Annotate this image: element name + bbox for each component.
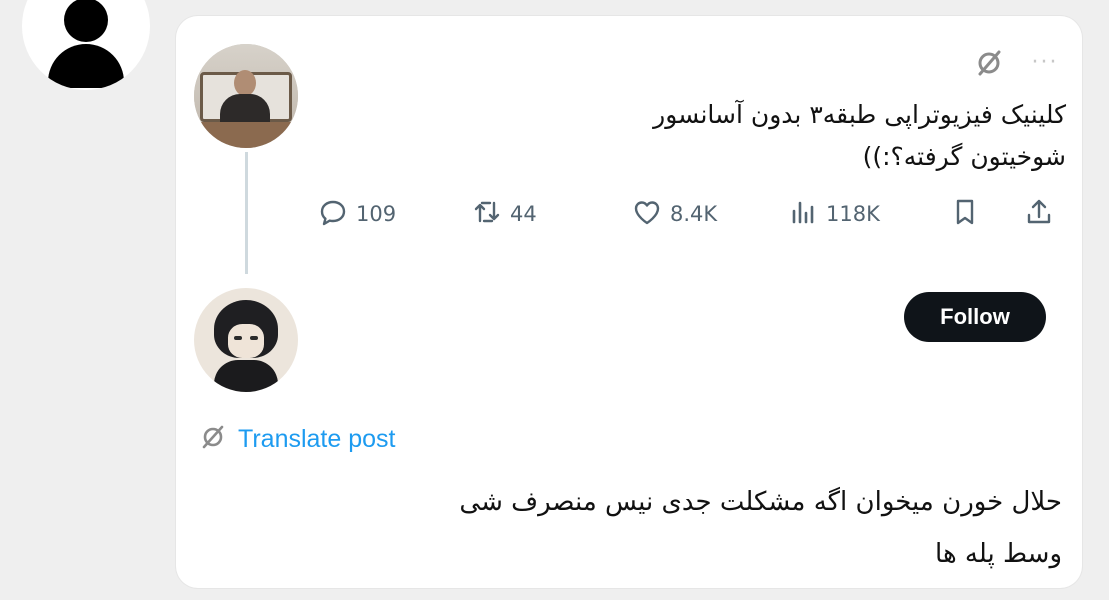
- avatar-eye: [250, 336, 258, 340]
- avatar-person-head: [234, 70, 256, 96]
- translate-post-label: Translate post: [238, 424, 396, 453]
- avatar-head-shape: [64, 0, 108, 42]
- translate-icon: [198, 422, 228, 456]
- tweet-actions-bar: 109 44 8.4K 118K: [314, 194, 1074, 234]
- avatar-shirt: [214, 360, 278, 392]
- avatar-floor: [194, 122, 298, 148]
- reply-text: حلال خورن میخوان اگه مشکلت جدی نیس منصرف…: [202, 476, 1062, 580]
- tweet-text: کلینیک فیزیوتراپی طبقه۳ بدون آسانسور شوخ…: [446, 94, 1066, 178]
- avatar-body-shape: [48, 44, 124, 88]
- share-button[interactable]: [1024, 194, 1054, 234]
- more-icon[interactable]: ···: [1028, 46, 1062, 80]
- reply-button[interactable]: 109: [318, 194, 396, 234]
- views-button[interactable]: 118K: [788, 194, 880, 234]
- tweet-text-line-1: کلینیک فیزیوتراپی طبقه۳ بدون آسانسور: [653, 100, 1066, 129]
- top-user-avatar[interactable]: [22, 0, 150, 90]
- tweet-card: ··· کلینیک فیزیوتراپی طبقه۳ بدون آسانسور…: [176, 16, 1082, 588]
- retweet-button[interactable]: 44: [472, 194, 537, 234]
- avatar-eye: [234, 336, 242, 340]
- translate-post-link[interactable]: Translate post: [198, 422, 395, 456]
- reply-icon: [318, 197, 348, 232]
- heart-icon: [632, 197, 662, 232]
- reply-text-line-2: وسط پله ها: [935, 539, 1062, 569]
- reply-author-avatar[interactable]: [194, 288, 298, 392]
- bookmark-icon: [950, 197, 980, 232]
- retweet-count: 44: [510, 202, 537, 226]
- reply-text-line-1: حلال خورن میخوان اگه مشکلت جدی نیس منصرف…: [459, 487, 1062, 517]
- thread-connector-line: [245, 152, 248, 274]
- like-count: 8.4K: [670, 202, 718, 226]
- grok-icon[interactable]: [972, 46, 1006, 80]
- follow-button[interactable]: Follow: [904, 292, 1046, 342]
- share-icon: [1024, 197, 1054, 232]
- bookmark-button[interactable]: [950, 194, 980, 234]
- views-count: 118K: [826, 202, 880, 226]
- original-poster-avatar[interactable]: [194, 44, 298, 148]
- avatar-person-body: [220, 94, 270, 124]
- reply-count: 109: [356, 202, 397, 226]
- avatar-face: [228, 324, 264, 358]
- retweet-icon: [472, 197, 502, 232]
- tweet-text-line-2: شوخیتون گرفته؟:)): [862, 142, 1066, 171]
- views-icon: [788, 197, 818, 232]
- like-button[interactable]: 8.4K: [632, 194, 717, 234]
